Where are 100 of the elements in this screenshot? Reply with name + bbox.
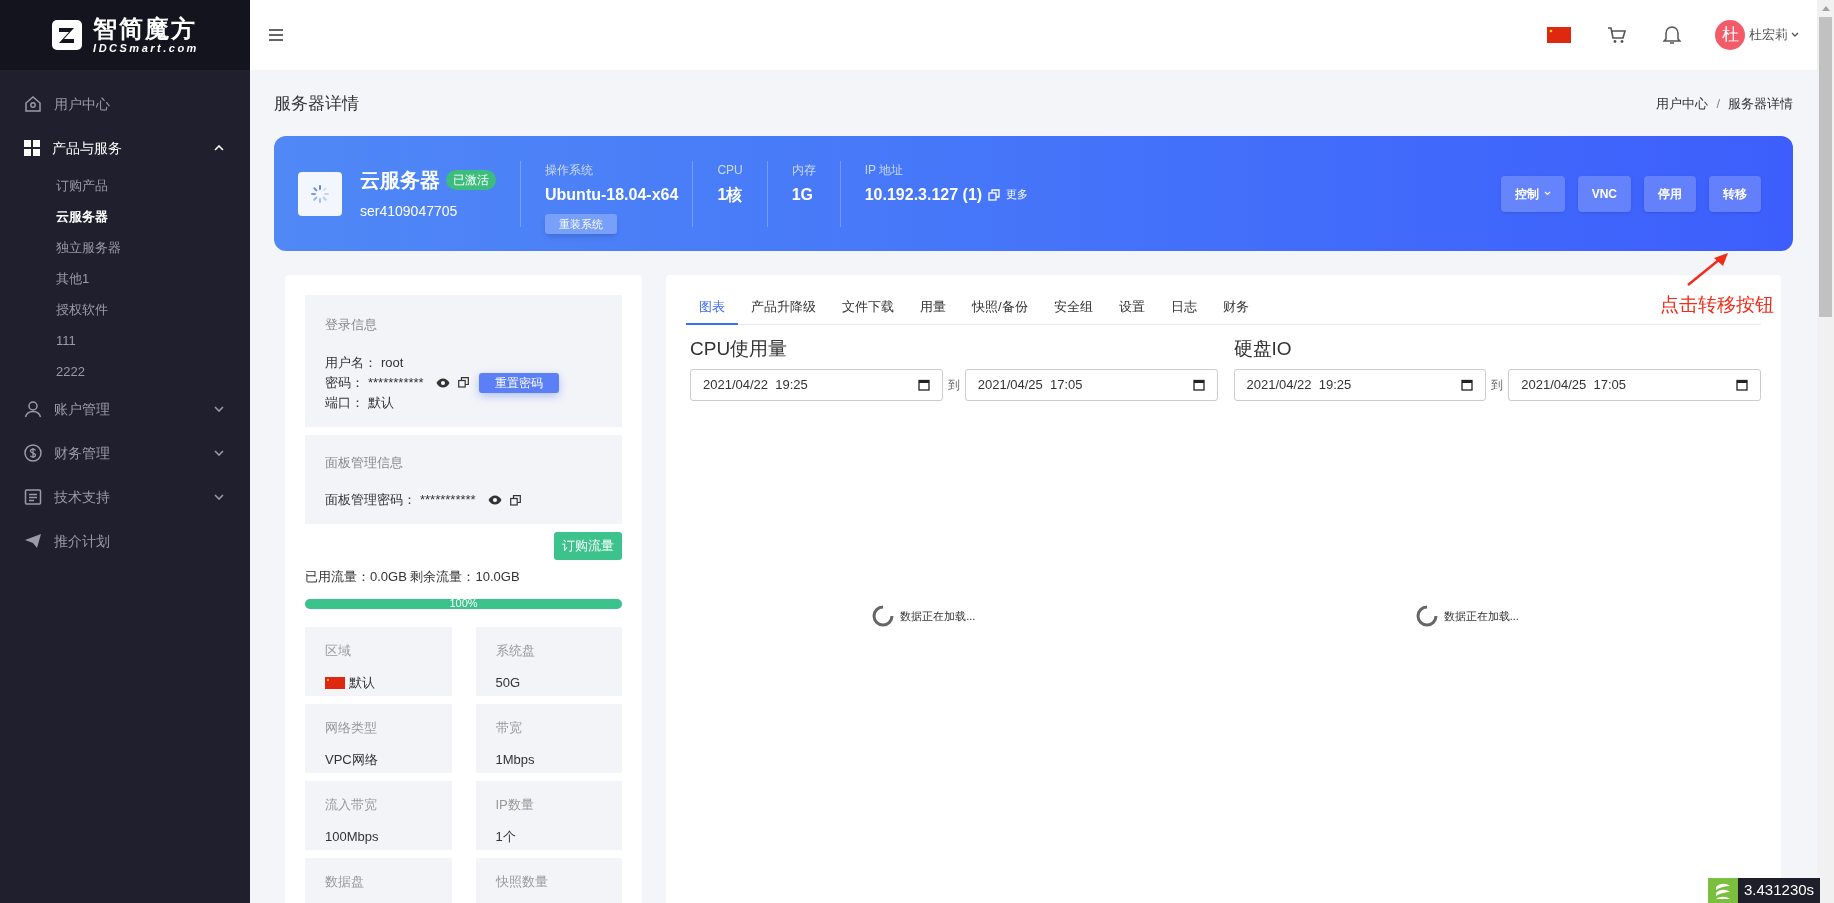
calendar-icon[interactable] bbox=[1192, 379, 1205, 391]
sidebar-subitem[interactable]: 订购产品 bbox=[0, 170, 250, 201]
calendar-icon[interactable] bbox=[1736, 379, 1748, 391]
chevron-down-icon[interactable] bbox=[1791, 32, 1799, 38]
menu-icon[interactable] bbox=[268, 28, 284, 42]
spec-value: 1Mbps bbox=[495, 751, 535, 769]
date-field[interactable]: 2021/04/25 17:05 bbox=[1508, 369, 1761, 401]
user-icon bbox=[24, 400, 42, 418]
date-field[interactable]: 2021/04/22 19:25 bbox=[1233, 369, 1487, 401]
spinner-icon bbox=[872, 605, 895, 627]
grid-icon bbox=[24, 140, 40, 156]
avatar[interactable]: 杜 bbox=[1715, 20, 1745, 50]
traffic-usage: 已用流量：0.0GB 剩余流量：10.0GB bbox=[305, 568, 521, 586]
field-label: 面板管理密码： bbox=[325, 491, 416, 510]
info-value: 1核 bbox=[717, 184, 743, 205]
tab[interactable]: 安全组 bbox=[1040, 297, 1106, 325]
info-label: 内存 bbox=[791, 161, 816, 179]
cart-icon[interactable] bbox=[1607, 26, 1627, 44]
tab[interactable]: 产品升降级 bbox=[738, 297, 829, 325]
page-title: 服务器详情 bbox=[274, 93, 359, 116]
server-title: 云服务器 bbox=[360, 168, 440, 193]
tab[interactable]: 财务 bbox=[1209, 297, 1262, 325]
scrollbar[interactable] bbox=[1817, 0, 1834, 903]
sidebar-item[interactable]: 账户管理 bbox=[0, 387, 250, 431]
copy-icon[interactable] bbox=[509, 494, 521, 506]
tab[interactable]: 设置 bbox=[1105, 297, 1158, 325]
sidebar-item[interactable]: 技术支持 bbox=[0, 475, 250, 519]
spec-value: 100Mbps bbox=[325, 828, 379, 846]
loading-text: 数据正在加载... bbox=[1443, 608, 1519, 624]
field-value: root bbox=[381, 353, 404, 372]
sidebar-item[interactable]: 推介计划 bbox=[0, 519, 250, 563]
spec-label: 数据盘 bbox=[325, 872, 365, 891]
action-button[interactable]: VNC bbox=[1577, 175, 1631, 212]
sidebar-subitem[interactable]: 2222 bbox=[0, 356, 250, 387]
tab[interactable]: 用量 bbox=[907, 297, 959, 325]
sidebar-subitem[interactable]: 独立服务器 bbox=[0, 232, 250, 263]
spinner-icon bbox=[1415, 605, 1438, 627]
chart-title: 硬盘IO bbox=[1233, 337, 1293, 361]
eye-icon[interactable] bbox=[487, 495, 502, 505]
sidebar-subitem[interactable]: 其他1 bbox=[0, 263, 250, 294]
tab[interactable]: 快照/备份 bbox=[959, 297, 1041, 325]
spec-label: 区域 bbox=[325, 641, 352, 660]
spec-label: IP数量 bbox=[495, 795, 535, 814]
breadcrumb-link[interactable]: 用户中心 bbox=[1656, 94, 1709, 114]
spec-label: 带宽 bbox=[495, 718, 523, 737]
info-label: CPU bbox=[717, 161, 743, 179]
sidebar-item[interactable]: 用户中心 bbox=[0, 82, 250, 126]
info-value: Ubuntu-18.04-x64 bbox=[545, 184, 679, 205]
server-id: ser4109047705 bbox=[360, 202, 459, 221]
field-value: *********** bbox=[368, 373, 424, 392]
date-field[interactable]: 2021/04/25 17:05 bbox=[964, 369, 1218, 401]
tab[interactable]: 文件下载 bbox=[829, 297, 907, 325]
spec-value: VPC网络 bbox=[325, 751, 378, 769]
spec-value: 50G bbox=[495, 674, 521, 692]
field-value: 默认 bbox=[368, 393, 394, 412]
calendar-icon[interactable] bbox=[917, 379, 930, 391]
sidebar-item[interactable]: 产品与服务 bbox=[0, 126, 250, 170]
chevron-down-icon bbox=[1543, 191, 1551, 196]
field-label: 密码： bbox=[325, 373, 364, 392]
tab[interactable]: 日志 bbox=[1157, 297, 1210, 325]
action-button[interactable]: 停用 bbox=[1644, 175, 1696, 212]
scrollbar-thumb[interactable] bbox=[1819, 17, 1832, 317]
eye-icon[interactable] bbox=[435, 377, 450, 388]
info-label: IP 地址 bbox=[864, 161, 905, 179]
username[interactable]: 杜宏莉 bbox=[1749, 25, 1788, 45]
copy-icon[interactable] bbox=[457, 377, 469, 388]
action-button[interactable]: 转移 bbox=[1709, 175, 1761, 212]
reset-password-button[interactable]: 重置密码 bbox=[478, 372, 559, 393]
more-link[interactable]: 更多 bbox=[1006, 186, 1029, 203]
bell-icon[interactable] bbox=[1663, 25, 1681, 45]
logo-text: 智简魔方 bbox=[93, 16, 199, 41]
calendar-icon[interactable] bbox=[1461, 379, 1474, 391]
tab[interactable]: 图表 bbox=[686, 297, 738, 325]
progress-label: 100% bbox=[448, 598, 479, 609]
panel-title: 面板管理信息 bbox=[325, 453, 404, 472]
loading-icon bbox=[310, 183, 330, 204]
breadcrumb-link[interactable]: 服务器详情 bbox=[1728, 94, 1793, 114]
sidebar-subitem[interactable]: 111 bbox=[0, 325, 250, 356]
paper-plane-icon bbox=[24, 532, 42, 550]
chevron-down-icon bbox=[214, 494, 224, 500]
sidebar-subitem[interactable]: 授权软件 bbox=[0, 294, 250, 325]
action-button[interactable]: 控制 bbox=[1500, 175, 1565, 212]
logo-icon bbox=[51, 19, 84, 51]
annotation-text: 点击转移按钮 bbox=[1660, 293, 1774, 317]
spec-label: 流入带宽 bbox=[325, 795, 378, 814]
spec-label: 快照数量 bbox=[495, 872, 549, 891]
status-badge: 已激活 bbox=[446, 170, 496, 190]
field-value: *********** bbox=[420, 491, 476, 510]
logo-domain: IDCSmart.com bbox=[93, 42, 199, 54]
sidebar-item[interactable]: 财务管理 bbox=[0, 431, 250, 475]
flag-icon bbox=[325, 676, 345, 689]
date-field[interactable]: 2021/04/22 19:25 bbox=[690, 369, 943, 401]
spec-value: 1个 bbox=[495, 828, 516, 846]
spec-label: 系统盘 bbox=[495, 641, 536, 660]
panel-title: 登录信息 bbox=[325, 316, 378, 334]
range-separator: 到 bbox=[1491, 377, 1504, 394]
sidebar-subitem[interactable]: 云服务器 bbox=[0, 201, 250, 232]
range-separator: 到 bbox=[947, 377, 960, 394]
annotation-arrow bbox=[1686, 251, 1730, 287]
info-value: 1G bbox=[791, 184, 814, 205]
